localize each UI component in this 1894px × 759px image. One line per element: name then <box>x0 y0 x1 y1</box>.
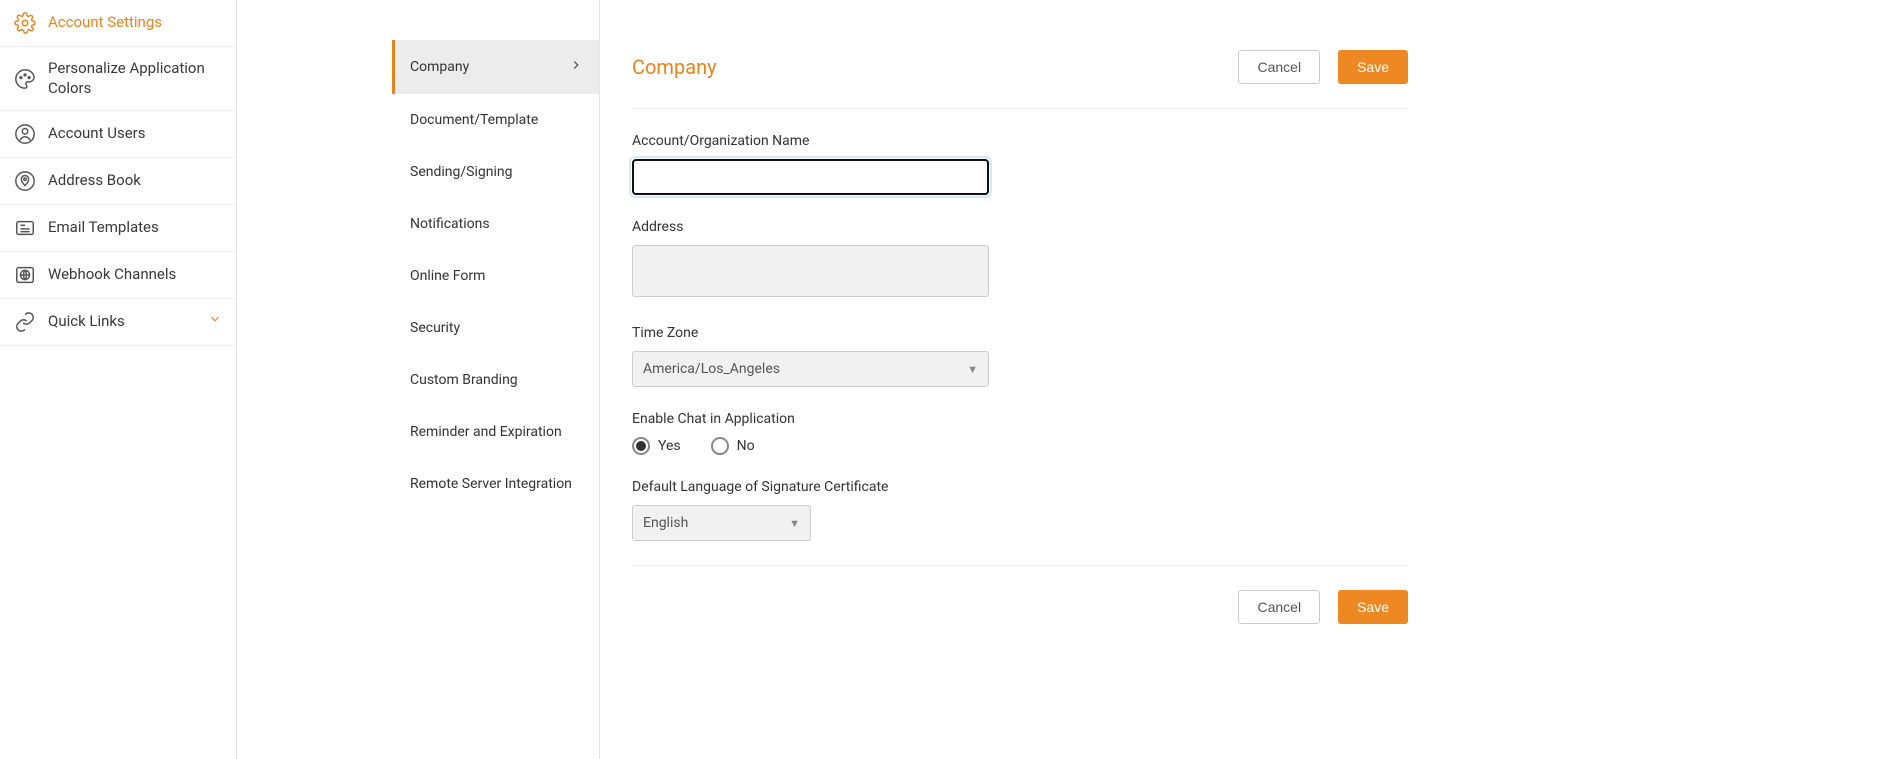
subnav-item-sending-signing[interactable]: Sending/Signing <box>392 146 599 198</box>
chevron-down-icon <box>208 312 222 332</box>
sidebar-item-email-templates[interactable]: Email Templates <box>0 205 236 252</box>
cancel-button-bottom[interactable]: Cancel <box>1238 590 1320 624</box>
subnav-item-label: Custom Branding <box>410 372 518 388</box>
footer-row: Cancel Save <box>632 565 1408 624</box>
subnav-item-label: Online Form <box>410 268 485 284</box>
org-name-label: Account/Organization Name <box>632 133 1408 149</box>
sidebar-item-label: Account Users <box>48 124 222 144</box>
address-input[interactable] <box>632 245 989 297</box>
page-title: Company <box>632 55 717 79</box>
cancel-button-top[interactable]: Cancel <box>1238 50 1320 84</box>
address-label: Address <box>632 219 1408 235</box>
sidebar-item-webhook-channels[interactable]: Webhook Channels <box>0 252 236 299</box>
field-org-name: Account/Organization Name <box>632 133 1408 195</box>
sidebar-item-address-book[interactable]: Address Book <box>0 158 236 205</box>
globe-icon <box>14 264 36 286</box>
default-lang-select[interactable]: English ▼ <box>632 505 811 541</box>
subnav-item-label: Remote Server Integration <box>410 476 572 492</box>
subnav-item-custom-branding[interactable]: Custom Branding <box>392 354 599 406</box>
user-icon <box>14 123 36 145</box>
chat-no-label: No <box>737 438 755 454</box>
subnav-item-document-template[interactable]: Document/Template <box>392 94 599 146</box>
sidebar-item-label: Quick Links <box>48 312 196 332</box>
field-default-lang: Default Language of Signature Certificat… <box>632 479 1408 541</box>
dropdown-caret-icon: ▼ <box>967 363 978 376</box>
subnav-item-security[interactable]: Security <box>392 302 599 354</box>
timezone-value: America/Los_Angeles <box>643 361 780 377</box>
sidebar-item-label: Webhook Channels <box>48 265 222 285</box>
subnav-item-label: Notifications <box>410 216 490 232</box>
main-content: Company Cancel Save Account/Organization… <box>600 0 1408 759</box>
default-lang-label: Default Language of Signature Certificat… <box>632 479 1408 495</box>
chevron-right-icon <box>569 58 583 76</box>
sidebar-item-label: Personalize Application Colors <box>48 59 222 98</box>
mail-template-icon <box>14 217 36 239</box>
field-timezone: Time Zone America/Los_Angeles ▼ <box>632 325 1408 387</box>
palette-icon <box>14 68 36 90</box>
enable-chat-label: Enable Chat in Application <box>632 411 1408 427</box>
subnav-item-company[interactable]: Company <box>392 40 599 94</box>
gear-icon <box>14 12 36 34</box>
sidebar-item-account-users[interactable]: Account Users <box>0 111 236 158</box>
settings-subnav: Company Document/Template Sending/Signin… <box>392 0 600 759</box>
subnav-item-notifications[interactable]: Notifications <box>392 198 599 250</box>
radio-icon-unchecked <box>711 437 729 455</box>
sidebar-item-label: Email Templates <box>48 218 222 238</box>
subnav-item-label: Sending/Signing <box>410 164 512 180</box>
save-button-top[interactable]: Save <box>1338 50 1408 84</box>
field-enable-chat: Enable Chat in Application Yes No <box>632 411 1408 455</box>
subnav-item-label: Security <box>410 320 460 336</box>
header-row: Company Cancel Save <box>632 50 1408 109</box>
subnav-item-label: Company <box>410 59 469 75</box>
field-address: Address <box>632 219 1408 301</box>
left-sidebar: Account Settings Personalize Application… <box>0 0 237 759</box>
sidebar-item-label: Account Settings <box>48 13 222 33</box>
default-lang-value: English <box>643 515 688 531</box>
link-icon <box>14 311 36 333</box>
chat-radio-yes[interactable]: Yes <box>632 437 681 455</box>
pin-icon <box>14 170 36 192</box>
chat-yes-label: Yes <box>658 438 681 454</box>
subnav-item-remote-server[interactable]: Remote Server Integration <box>392 458 599 510</box>
sidebar-item-label: Address Book <box>48 171 222 191</box>
sidebar-item-account-settings[interactable]: Account Settings <box>0 0 236 47</box>
org-name-input[interactable] <box>632 159 989 195</box>
sidebar-item-quick-links[interactable]: Quick Links <box>0 299 236 346</box>
sidebar-item-personalize-colors[interactable]: Personalize Application Colors <box>0 47 236 111</box>
dropdown-caret-icon: ▼ <box>789 517 800 530</box>
chat-radio-no[interactable]: No <box>711 437 755 455</box>
subnav-item-label: Document/Template <box>410 112 538 128</box>
radio-icon-checked <box>632 437 650 455</box>
subnav-item-online-form[interactable]: Online Form <box>392 250 599 302</box>
timezone-label: Time Zone <box>632 325 1408 341</box>
save-button-bottom[interactable]: Save <box>1338 590 1408 624</box>
timezone-select[interactable]: America/Los_Angeles ▼ <box>632 351 989 387</box>
subnav-item-label: Reminder and Expiration <box>410 424 562 440</box>
subnav-item-reminder-expiration[interactable]: Reminder and Expiration <box>392 406 599 458</box>
